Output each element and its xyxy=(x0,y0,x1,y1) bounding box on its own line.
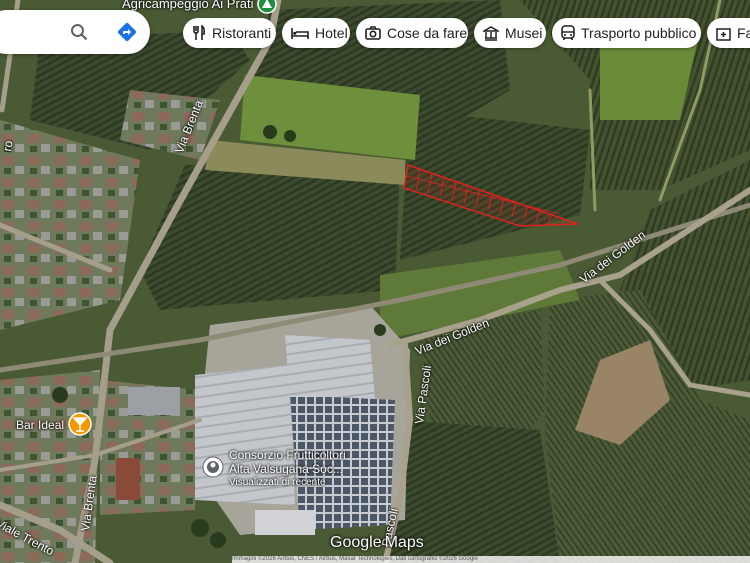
consorzio-pin[interactable] xyxy=(202,456,224,478)
google-maps-logo: Google Maps xyxy=(330,534,424,552)
warehouse-small xyxy=(128,387,180,415)
agricampeggio-label[interactable]: Agricampeggio Ai Prati xyxy=(122,0,254,11)
museum-icon xyxy=(483,25,499,41)
bar-ideal-label[interactable]: Bar Ideal xyxy=(16,418,64,432)
chip-hotel[interactable]: Hotel xyxy=(282,18,350,48)
satellite-map[interactable] xyxy=(0,0,750,563)
chip-label: Ristoranti xyxy=(212,25,272,41)
chip-restaurants[interactable]: Ristoranti xyxy=(183,18,276,48)
map-attribution: Immagini ©2026 Airbus, CNES / Airbus, Ma… xyxy=(232,556,750,563)
bar-ideal-pin[interactable] xyxy=(68,412,92,436)
factory-annex xyxy=(255,510,315,535)
chip-label: Musei xyxy=(505,25,543,41)
road-label-left-edge: ro xyxy=(0,139,16,153)
chip-public-transport[interactable]: Trasporto pubblico xyxy=(552,18,701,48)
chip-things-to-do[interactable]: Cose da fare xyxy=(356,18,468,48)
agricampeggio-pin[interactable] xyxy=(257,0,277,14)
chip-label: Far xyxy=(737,25,750,41)
chip-pharmacy[interactable]: Far xyxy=(707,18,750,48)
consorzio-label[interactable]: Consorzio Frutticoltori Alta Valsugana S… xyxy=(229,448,346,490)
pharmacy-icon xyxy=(716,27,731,41)
bed-icon xyxy=(291,28,309,39)
directions-icon[interactable] xyxy=(116,21,138,48)
house-red-roof xyxy=(116,458,140,500)
camera-icon xyxy=(365,26,381,40)
logo-google: Google xyxy=(330,534,382,551)
logo-maps: Maps xyxy=(384,534,424,551)
orchard-centre xyxy=(140,165,400,310)
consorzio-name-line2: Alta Valsugana Soc... xyxy=(229,462,343,476)
consorzio-recent-note: Visualizzati di recente xyxy=(229,477,326,488)
chip-label: Cose da fare xyxy=(387,25,468,41)
chip-label: Trasporto pubblico xyxy=(581,25,697,41)
chip-museums[interactable]: Musei xyxy=(474,18,546,48)
factory-roof-north xyxy=(285,335,375,400)
bus-icon xyxy=(561,25,575,40)
chip-label: Hotel xyxy=(315,25,348,41)
search-icon[interactable] xyxy=(70,23,88,46)
consorzio-name-line1: Consorzio Frutticoltori xyxy=(229,448,346,462)
search-box[interactable] xyxy=(0,10,150,54)
fork-knife-icon xyxy=(193,25,206,40)
